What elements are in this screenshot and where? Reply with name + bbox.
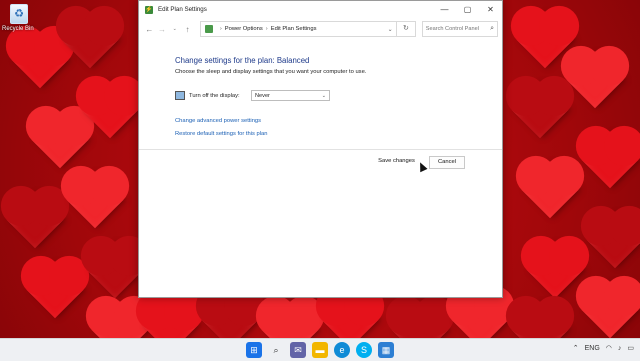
breadcrumb-separator: › xyxy=(219,26,222,32)
up-arrow-icon[interactable]: ↑ xyxy=(181,23,194,36)
chevron-up-icon[interactable]: ⌃ xyxy=(573,344,579,352)
search-icon: ⌕ xyxy=(490,25,495,32)
display-timeout-row: Turn off the display: Never ⌄ xyxy=(175,90,485,101)
mouse-cursor-icon xyxy=(416,160,428,173)
navigation-bar: ← → ⌄ ↑ › Power Options › Edit Plan Sett… xyxy=(139,18,502,40)
forward-arrow-icon[interactable]: → xyxy=(156,23,169,36)
window-title: Edit Plan Settings xyxy=(158,6,207,13)
address-bar[interactable]: › Power Options › Edit Plan Settings ⌄ xyxy=(199,21,398,37)
save-changes-button[interactable]: Save changes xyxy=(374,156,419,167)
minimize-button[interactable]: — xyxy=(433,1,456,18)
plan-settings-panel: Change settings for the plan: Balanced C… xyxy=(175,56,485,137)
recycle-bin-label: Recycle Bin xyxy=(2,26,34,32)
skype-icon[interactable]: S xyxy=(356,342,372,358)
breadcrumb-power-options[interactable]: Power Options xyxy=(225,26,263,32)
display-timeout-select[interactable]: Never ⌄ xyxy=(251,90,330,101)
search-icon[interactable]: ⌕ xyxy=(268,342,284,358)
taskbar: ⊞ ⌕ ✉ ▬ e S ▦ ⌃ ENG ◠ ♪ ▭ xyxy=(0,338,640,361)
page-description: Choose the sleep and display settings th… xyxy=(175,69,367,75)
chat-icon[interactable]: ✉ xyxy=(290,342,306,358)
display-timeout-label: Turn off the display: xyxy=(189,92,240,99)
back-arrow-icon[interactable]: ← xyxy=(143,23,156,36)
recycle-bin-icon: ♻ xyxy=(10,4,28,24)
display-timeout-value: Never xyxy=(255,92,270,99)
recycle-bin[interactable]: ♻ Recycle Bin xyxy=(2,4,34,32)
title-bar[interactable]: ⚡ Edit Plan Settings — ▢ ✕ xyxy=(139,1,502,18)
network-icon[interactable]: ◠ xyxy=(606,344,612,352)
monitor-icon xyxy=(175,91,185,100)
maximize-button[interactable]: ▢ xyxy=(456,1,479,18)
taskbar-apps: ⊞ ⌕ ✉ ▬ e S ▦ xyxy=(246,342,400,358)
close-button[interactable]: ✕ xyxy=(479,1,502,18)
chevron-down-icon: ⌄ xyxy=(321,92,326,99)
restore-defaults-link[interactable]: Restore default settings for this plan xyxy=(175,131,485,137)
breadcrumb-edit-plan-settings[interactable]: Edit Plan Settings xyxy=(271,26,317,32)
edit-plan-settings-window: ⚡ Edit Plan Settings — ▢ ✕ ← → ⌄ ↑ › Pow… xyxy=(138,0,503,298)
edge-icon[interactable]: e xyxy=(334,342,350,358)
volume-icon[interactable]: ♪ xyxy=(618,345,622,352)
control-panel-icon xyxy=(204,25,213,33)
divider xyxy=(139,149,502,150)
search-input[interactable] xyxy=(422,26,486,32)
breadcrumb-separator: › xyxy=(265,26,268,32)
search-box[interactable]: ⌕ xyxy=(421,21,499,37)
advanced-settings-link[interactable]: Change advanced power settings xyxy=(175,118,485,124)
file-explorer-icon[interactable]: ▬ xyxy=(312,342,328,358)
recent-locations-chevron-icon[interactable]: ⌄ xyxy=(168,23,181,36)
page-title: Change settings for the plan: Balanced xyxy=(175,56,310,65)
battery-icon[interactable]: ▭ xyxy=(627,344,634,352)
cancel-button[interactable]: Cancel xyxy=(429,156,465,169)
power-options-icon: ⚡ xyxy=(145,5,153,14)
address-dropdown-icon[interactable]: ⌄ xyxy=(384,26,396,33)
windows-start-icon[interactable]: ⊞ xyxy=(246,342,262,358)
system-tray: ⌃ ENG ◠ ♪ ▭ xyxy=(567,344,634,353)
refresh-icon[interactable]: ↻ xyxy=(397,21,416,37)
language-indicator[interactable]: ENG xyxy=(585,345,600,352)
control-panel-icon[interactable]: ▦ xyxy=(378,342,394,358)
